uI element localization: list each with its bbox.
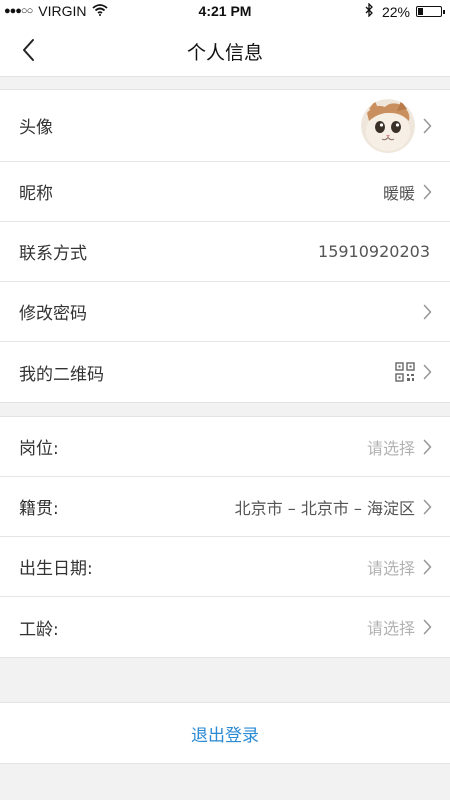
page-title: 个人信息 — [186, 42, 263, 64]
my-qrcode-row[interactable]: 我的二维码 — [0, 342, 450, 402]
chevron-right-icon — [423, 559, 432, 575]
logout-button[interactable]: 退出登录 — [0, 702, 450, 764]
profile-section-details: 岗位: 请选择 籍贯: 北京市 – 北京市 – 海淀区 出生日期: 请选择 工龄… — [0, 416, 450, 658]
contact-row: 联系方式 15910920203 — [0, 222, 450, 282]
my-qrcode-label: 我的二维码 — [19, 364, 104, 385]
avatar-label: 头像 — [19, 118, 53, 138]
status-right: 22% — [365, 2, 445, 20]
seniority-label: 工龄: — [19, 619, 59, 640]
battery-percent: 22% — [381, 3, 410, 20]
birthday-value: 请选择 — [366, 558, 415, 578]
nickname-value: 暖暖 — [382, 183, 415, 203]
chevron-right-icon — [423, 184, 432, 200]
position-value: 请选择 — [366, 438, 415, 458]
hometown-value: 北京市 – 北京市 – 海淀区 — [234, 498, 415, 518]
chevron-right-icon — [423, 619, 432, 635]
profile-section-basic: 头像 昵称 暖暖 联系方式 15910920203 修改密码 我的二维码 — [0, 89, 450, 403]
chevron-right-icon — [423, 364, 432, 380]
chevron-right-icon — [423, 118, 432, 134]
hometown-row[interactable]: 籍贯: 北京市 – 北京市 – 海淀区 — [0, 477, 450, 537]
position-row[interactable]: 岗位: 请选择 — [0, 417, 450, 477]
bluetooth-icon — [365, 2, 374, 20]
birthday-row[interactable]: 出生日期: 请选择 — [0, 537, 450, 597]
change-password-label: 修改密码 — [19, 304, 87, 324]
nickname-row[interactable]: 昵称 暖暖 — [0, 162, 450, 222]
chevron-right-icon — [423, 304, 432, 320]
change-password-row[interactable]: 修改密码 — [0, 282, 450, 342]
battery-icon — [416, 6, 445, 17]
chevron-right-icon — [423, 439, 432, 455]
contact-value: 15910920203 — [318, 242, 430, 261]
birthday-label: 出生日期: — [19, 559, 93, 579]
avatar — [361, 98, 415, 153]
status-bar: ●●●○○ VIRGIN 4:21 PM 22% — [0, 0, 450, 24]
contact-label: 联系方式 — [19, 244, 87, 264]
seniority-row[interactable]: 工龄: 请选择 — [0, 597, 450, 657]
nickname-label: 昵称 — [19, 184, 53, 204]
avatar-row[interactable]: 头像 — [0, 90, 450, 162]
logout-label: 退出登录 — [191, 725, 259, 746]
seniority-value: 请选择 — [366, 619, 415, 638]
chevron-right-icon — [423, 499, 432, 515]
hometown-label: 籍贯: — [19, 499, 59, 519]
battery-level-fill — [418, 8, 423, 15]
position-label: 岗位: — [19, 439, 59, 459]
navigation-bar: 个人信息 — [0, 24, 450, 77]
qr-code-icon — [395, 362, 415, 382]
